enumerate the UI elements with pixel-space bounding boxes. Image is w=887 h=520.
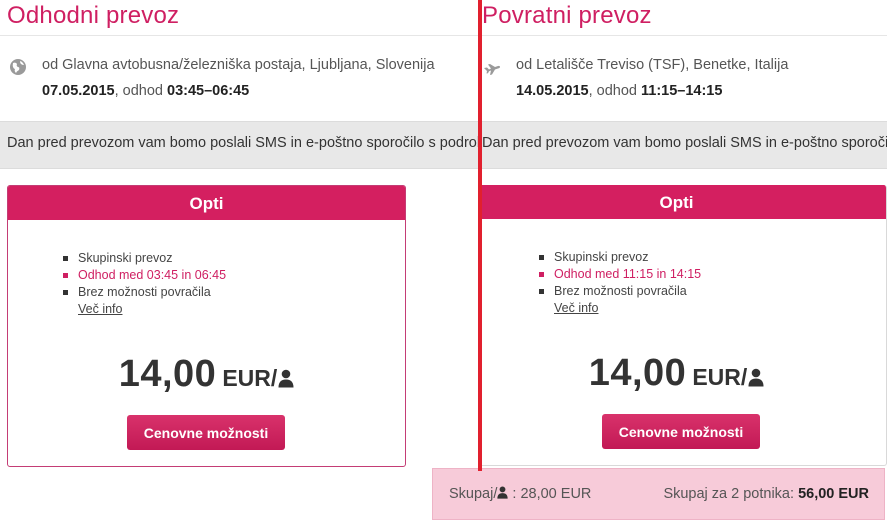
outbound-datetime: 07.05.2015, odhod 03:45–06:45 [42,83,249,99]
return-depart-label: , odhod [588,83,641,99]
fare-price: 14,00 EUR/ [482,352,886,395]
return-title: Povratni prevoz [482,2,652,29]
outbound-time: 03:45–06:45 [167,83,250,99]
feature-item: Skupinski prevoz [63,250,226,267]
feature-item: Brez možnosti povračila [63,284,226,301]
price-amount: 14,00 [118,353,217,395]
fare-card-header: Opti [482,185,886,219]
return-sms-notice: Dan pred prevozom vam bomo poslali SMS i… [482,135,887,151]
outbound-fare-card: Opti Skupinski prevoz Odhod med 03:45 in… [7,185,406,467]
more-info-link[interactable]: Več info [63,301,226,318]
price-amount: 14,00 [588,352,687,394]
feature-item-departure: Odhod med 03:45 in 06:45 [63,267,226,284]
fare-card-header: Opti [8,186,405,220]
return-section: Povratni prevoz od Letališče Treviso (TS… [482,0,887,520]
sms-notice-band: Dan pred prevozom vam bomo poslali SMS i… [482,121,887,169]
plane-icon [484,64,500,75]
outbound-depart-label: , odhod [114,83,167,99]
total-per-person-label: Skupaj/ [449,486,498,502]
return-from: od Letališče Treviso (TSF), Benetke, Ita… [516,57,789,73]
price-currency: EUR/ [692,364,748,390]
feature-item: Brez možnosti povračila [539,283,701,300]
outbound-from: od Glavna avtobusna/železniška postaja, … [42,57,435,73]
person-icon [748,368,764,387]
fare-price: 14,00 EUR/ [8,353,405,396]
feature-item: Skupinski prevoz [539,249,701,266]
return-date: 14.05.2015 [516,83,589,99]
feature-item-departure: Odhod med 11:15 in 14:15 [539,266,701,283]
price-options-button[interactable]: Cenovne možnosti [127,415,285,450]
fare-feature-list: Skupinski prevoz Odhod med 03:45 in 06:4… [63,250,226,318]
title-divider [0,35,480,36]
price-currency: EUR/ [222,365,278,391]
sms-notice-band: Dan pred prevozom vam bomo poslali SMS i… [0,121,480,169]
person-icon [278,369,294,388]
return-fare-card: Opti Skupinski prevoz Odhod med 11:15 in… [482,185,887,466]
price-options-button[interactable]: Cenovne možnosti [602,414,760,449]
total-group-label: Skupaj za 2 potnika: [663,486,799,502]
person-icon [497,486,509,499]
total-group-value: 56,00 EUR [798,486,869,502]
outbound-title: Odhodni prevoz [7,2,180,29]
total-group: Skupaj za 2 potnika: 56,00 EUR [663,486,869,502]
total-per-person: Skupaj/ : 28,00 EUR [449,486,591,502]
outbound-date: 07.05.2015 [42,83,115,99]
column-divider-line [478,0,482,471]
outbound-section: Odhodni prevoz od Glavna avtobusna/želez… [0,0,480,520]
total-per-person-value: : 28,00 EUR [508,486,592,502]
total-summary-bar: Skupaj/ : 28,00 EUR Skupaj za 2 potnika:… [432,468,885,520]
more-info-link[interactable]: Več info [539,300,701,317]
return-datetime: 14.05.2015, odhod 11:15–14:15 [516,83,722,99]
fare-feature-list: Skupinski prevoz Odhod med 11:15 in 14:1… [539,249,701,317]
return-time: 11:15–14:15 [641,83,723,99]
globe-icon [10,59,26,75]
outbound-sms-notice: Dan pred prevozom vam bomo poslali SMS i… [7,135,480,151]
title-divider [482,35,887,36]
